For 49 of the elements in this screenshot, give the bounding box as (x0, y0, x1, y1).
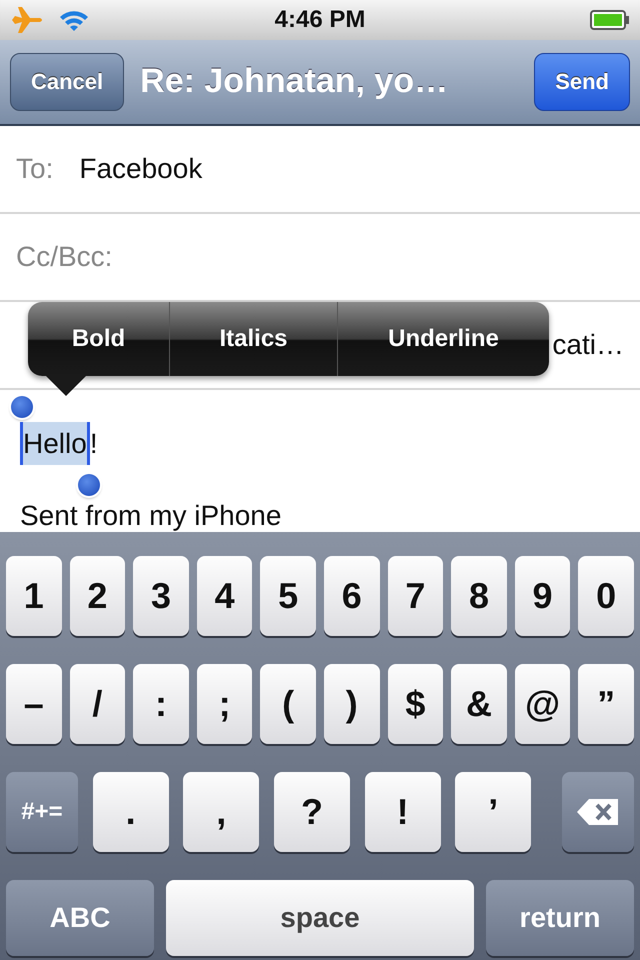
keyboard-key[interactable]: ABC (6, 880, 154, 956)
keyboard-key[interactable]: 4 (196, 556, 252, 636)
keyboard-key[interactable]: 7 (388, 556, 444, 636)
keyboard-key[interactable]: return (486, 880, 634, 956)
cancel-button[interactable]: Cancel (10, 52, 124, 111)
keyboard-key[interactable]: ; (196, 664, 252, 744)
keyboard-key[interactable]: ’ (455, 772, 532, 852)
delete-icon (574, 796, 621, 827)
keyboard-key[interactable]: ” (578, 664, 634, 744)
keyboard-key[interactable]: @ (514, 664, 570, 744)
subject-value[interactable]: cati… (552, 328, 624, 361)
status-time: 4:46 PM (274, 6, 366, 34)
keyboard-key[interactable]: 0 (578, 556, 634, 636)
send-button[interactable]: Send (534, 52, 630, 111)
keyboard-key[interactable]: space (166, 880, 474, 956)
selection-handle[interactable] (78, 474, 100, 496)
keyboard-key[interactable]: 2 (70, 556, 126, 636)
keyboard-key[interactable]: . (92, 772, 169, 852)
keyboard-key[interactable]: 8 (451, 556, 507, 636)
keyboard-key[interactable]: / (70, 664, 126, 744)
body-text: ! (90, 428, 98, 460)
delete-key[interactable] (562, 772, 634, 852)
to-label: To: (16, 152, 54, 185)
keyboard-key[interactable]: $ (388, 664, 444, 744)
selected-text: Hello (20, 422, 90, 465)
keyboard-key[interactable]: & (451, 664, 507, 744)
keyboard-key[interactable]: ) (324, 664, 380, 744)
selection-handle[interactable] (11, 396, 33, 418)
keyboard-key[interactable]: 3 (133, 556, 189, 636)
signature-text: Sent from my iPhone (20, 500, 282, 532)
airplane-icon (10, 6, 44, 34)
keyboard-key[interactable]: – (6, 664, 62, 744)
cc-bcc-label: Cc/Bcc: (16, 240, 112, 273)
keyboard-key[interactable]: #+= (6, 772, 78, 852)
to-value[interactable]: Facebook (79, 152, 202, 185)
keyboard-key[interactable]: ? (274, 772, 350, 852)
keyboard-key[interactable]: ( (260, 664, 316, 744)
keyboard-key[interactable]: 5 (260, 556, 316, 636)
keyboard-key[interactable]: , (183, 772, 260, 852)
format-menu-item[interactable]: Underline (338, 302, 549, 376)
keyboard-key[interactable]: ! (364, 772, 441, 852)
battery-icon (590, 8, 630, 31)
keyboard-key[interactable]: 1 (6, 556, 62, 636)
message-title: Re: Johnatan, yo… (140, 62, 448, 102)
keyboard-key[interactable]: 6 (324, 556, 380, 636)
keyboard-key[interactable]: : (133, 664, 189, 744)
menu-pointer (46, 376, 86, 396)
format-menu-item[interactable]: Italics (170, 302, 338, 376)
keyboard-key[interactable]: 9 (514, 556, 570, 636)
